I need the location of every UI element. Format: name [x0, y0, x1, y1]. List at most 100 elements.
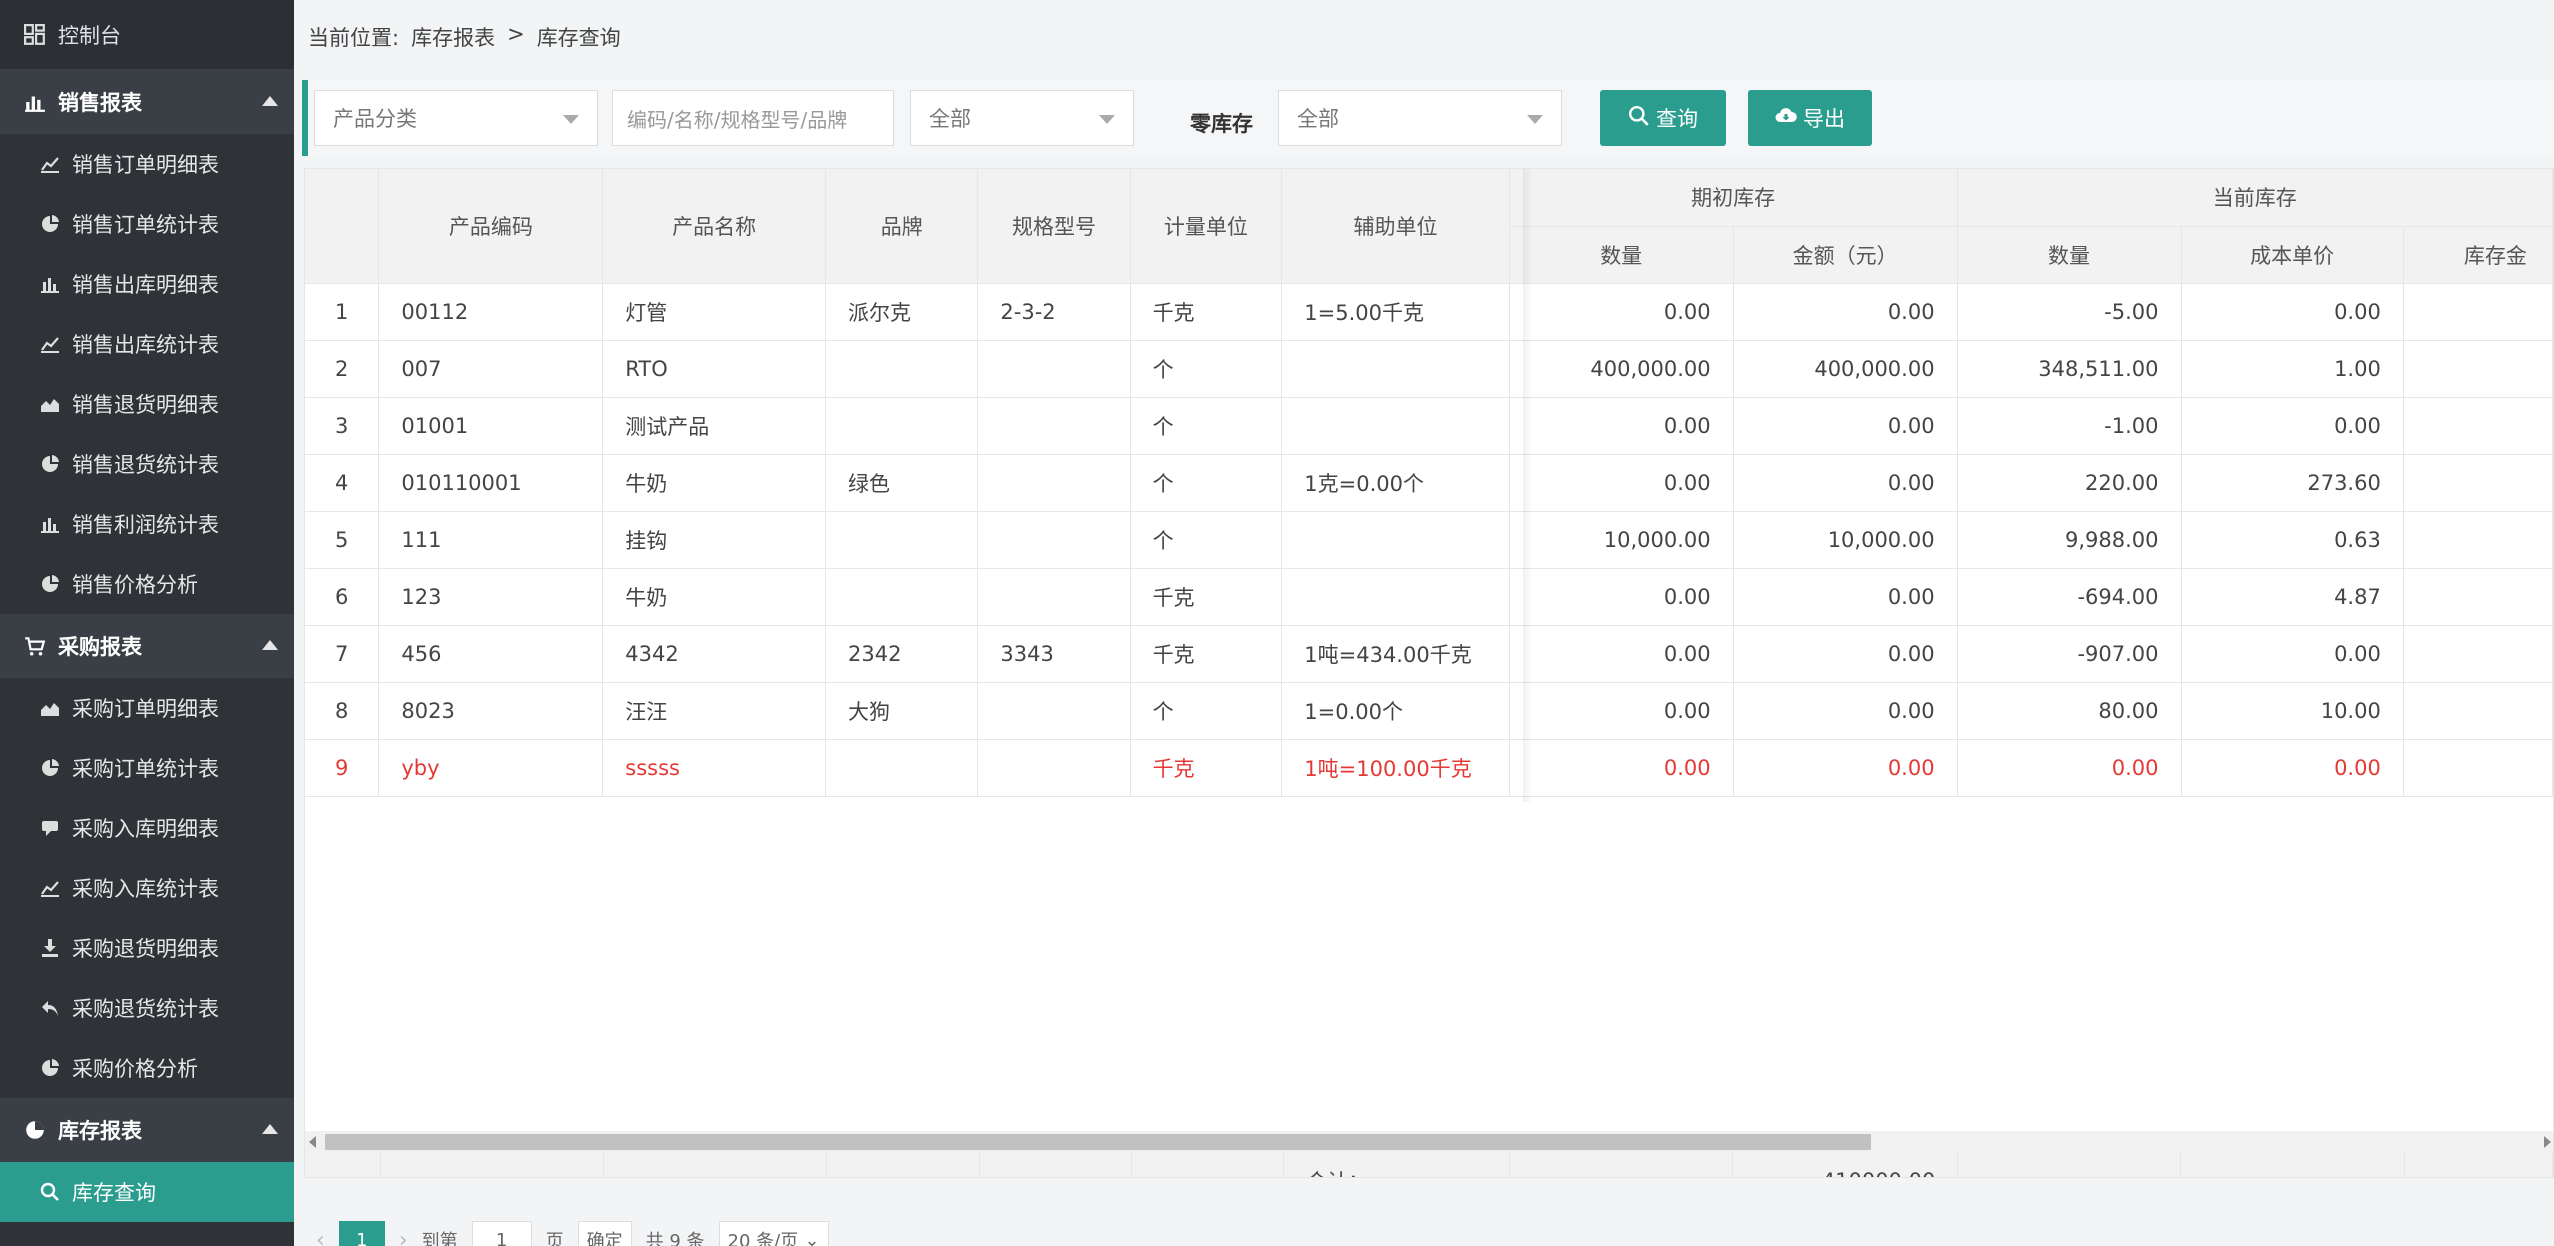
sidebar-item-purchase-order-stats[interactable]: 采购订单统计表: [0, 738, 294, 798]
prev-page-icon[interactable]: ‹: [316, 1228, 325, 1246]
header-cost-price[interactable]: 成本单价: [2181, 226, 2404, 284]
next-page-icon[interactable]: ›: [399, 1228, 408, 1246]
scroll-left-icon[interactable]: [309, 1136, 316, 1148]
breadcrumb-separator: >: [507, 22, 525, 46]
cell-product-name: 4342: [602, 625, 826, 683]
total-cell: [603, 1153, 828, 1177]
export-button-label: 导出: [1803, 107, 1845, 131]
cell-product-name: 测试产品: [602, 397, 826, 455]
collapse-icon[interactable]: [262, 96, 278, 106]
sidebar: 控制台 销售报表 销售订单明细表 销售订单统计表 销售出库明细表 销售出库统计表…: [0, 0, 294, 1246]
cell-unit: 个: [1130, 682, 1283, 740]
cell-product-code: 00112: [378, 283, 604, 341]
sidebar-item-purchase-return-stats[interactable]: 采购退货统计表: [0, 978, 294, 1038]
sidebar-item-sales-profit-stats[interactable]: 销售利润统计表: [0, 494, 294, 554]
total-cell: [2180, 1153, 2405, 1177]
cell-product-code: 007: [378, 340, 604, 398]
breadcrumb: 当前位置: 库存报表 > 库存查询: [308, 22, 621, 52]
header-code[interactable]: 产品编码: [378, 169, 604, 284]
area-chart-icon: [40, 394, 60, 414]
cell-current-qty: 80.00: [1957, 682, 2182, 740]
search-input[interactable]: 编码/名称/规格型号/品牌: [612, 90, 894, 146]
table-row[interactable]: 3 01001 测试产品个 0.00 0.00 -1.00 0.00: [305, 397, 2553, 455]
sidebar-item-inventory-query[interactable]: 库存查询: [0, 1162, 294, 1222]
sidebar-item-purchase-price-analysis[interactable]: 采购价格分析: [0, 1038, 294, 1098]
sidebar-dashboard[interactable]: 控制台: [0, 0, 294, 70]
header-opening-qty[interactable]: 数量: [1509, 226, 1734, 284]
cell-product-name: RTO: [602, 340, 826, 398]
sidebar-item-sales-return-detail[interactable]: 销售退货明细表: [0, 374, 294, 434]
sidebar-group-sales[interactable]: 销售报表: [0, 70, 294, 134]
scrollbar-thumb[interactable]: [325, 1134, 1871, 1150]
sidebar-item-sales-outbound-detail[interactable]: 销售出库明细表: [0, 254, 294, 314]
cell-unit: 千克: [1130, 739, 1283, 797]
table-row[interactable]: 5 111 挂钩个 10,000.00 10,000.00 9,988.00 0.63: [305, 511, 2553, 569]
goto-page-input[interactable]: 1: [471, 1221, 532, 1246]
table-row[interactable]: 1 00112 灯管 派尔克 2-3-2 千克 1=5.00千克 0.00 0.00 -5.00 0…: [305, 283, 2553, 341]
collapse-icon[interactable]: [262, 1124, 278, 1134]
page-number[interactable]: 1: [338, 1221, 385, 1246]
sidebar-group-inventory[interactable]: 库存报表: [0, 1098, 294, 1162]
collapse-icon[interactable]: [262, 640, 278, 650]
cell-brand: [825, 739, 979, 797]
cell-opening-amount: 10,000.00: [1733, 511, 1958, 569]
sidebar-item-purchase-inbound-detail[interactable]: 采购入库明细表: [0, 798, 294, 858]
category-select[interactable]: 产品分类: [314, 90, 598, 146]
breadcrumb-level1[interactable]: 库存报表: [411, 22, 495, 52]
status-select[interactable]: 全部: [910, 90, 1134, 146]
sidebar-group-purchase[interactable]: 采购报表: [0, 614, 294, 678]
bar-chart-icon: [24, 91, 46, 113]
cell-opening-amount: 0.00: [1733, 682, 1958, 740]
table-row[interactable]: 2 007 RTO 个 400,000.00 400,000.00 348,511.00 1.…: [305, 340, 2553, 398]
horizontal-scrollbar[interactable]: [305, 1131, 2553, 1153]
goto-label: 到第: [421, 1231, 458, 1246]
sidebar-group-label: 采购报表: [58, 635, 142, 659]
cell-unit: 千克: [1130, 568, 1283, 626]
header-unit[interactable]: 计量单位: [1130, 169, 1283, 284]
chevron-down-icon: [1099, 115, 1115, 124]
sidebar-item-label: 库存查询: [72, 1181, 156, 1205]
cell-opening-amount: 0.00: [1733, 454, 1958, 512]
sidebar-item-sales-price-analysis[interactable]: 销售价格分析: [0, 554, 294, 614]
total-cell: [1131, 1153, 1285, 1177]
main-content: 当前位置: 库存报表 > 库存查询 产品分类 编码/名称/规格型号/品牌 全部 …: [294, 0, 2554, 1246]
header-name[interactable]: 产品名称: [602, 169, 826, 284]
table-row[interactable]: 4 010110001 牛奶 绿色个 1克=0.00个 0.00 0.00 220.00 273…: [305, 454, 2553, 512]
cell-current-qty: -5.00: [1957, 283, 2182, 341]
table-row[interactable]: 6 123 牛奶 千克 0.00 0.00 -694.00 4.87: [305, 568, 2553, 626]
cell-opening-amount: 0.00: [1733, 625, 1958, 683]
cell-cost-price: 4.87: [2181, 568, 2404, 626]
cell-cost-price: 0.00: [2181, 397, 2404, 455]
sidebar-item-sales-order-stats[interactable]: 销售订单统计表: [0, 194, 294, 254]
header-spec[interactable]: 规格型号: [977, 169, 1131, 284]
sidebar-item-sales-outbound-stats[interactable]: 销售出库统计表: [0, 314, 294, 374]
header-opening-amount[interactable]: 金额（元）: [1733, 226, 1958, 284]
sidebar-item-label: 销售利润统计表: [72, 513, 219, 537]
export-button[interactable]: 导出: [1748, 90, 1872, 146]
sidebar-item-purchase-order-detail[interactable]: 采购订单明细表: [0, 678, 294, 738]
page-size-select[interactable]: 20 条/页 ⌄: [718, 1221, 829, 1246]
scroll-right-icon[interactable]: [2544, 1136, 2551, 1148]
sidebar-item-sales-return-stats[interactable]: 销售退货统计表: [0, 434, 294, 494]
header-stock-amount[interactable]: 库存金: [2403, 226, 2553, 284]
zero-stock-select[interactable]: 全部: [1278, 90, 1562, 146]
cell-cost-price: 10.00: [2181, 682, 2404, 740]
chevron-down-icon: ⌄: [804, 1229, 820, 1246]
table-row[interactable]: 9 yby sssss 千克 1吨=100.00千克 0.00 0.00 0.00 0.00: [305, 739, 2553, 797]
goto-confirm-button[interactable]: 确定: [577, 1221, 632, 1246]
total-amount: 410000.00: [1732, 1153, 1959, 1177]
query-button[interactable]: 查询: [1600, 90, 1726, 146]
table-row[interactable]: 8 8023 汪汪 大狗个 1=0.00个 0.00 0.00 80.00 10.00: [305, 682, 2553, 740]
cell-current-qty: 0.00: [1957, 739, 2182, 797]
cell-product-name: sssss: [602, 739, 826, 797]
header-aux-unit[interactable]: 辅助单位: [1281, 169, 1510, 284]
cell-row-index: 3: [305, 397, 380, 455]
line-chart-icon: [40, 334, 60, 354]
total-label: 合计：: [1283, 1153, 1511, 1177]
sidebar-item-purchase-return-detail[interactable]: 采购退货明细表: [0, 918, 294, 978]
header-brand[interactable]: 品牌: [825, 169, 979, 284]
sidebar-item-purchase-inbound-stats[interactable]: 采购入库统计表: [0, 858, 294, 918]
table-row[interactable]: 7 456 4342 2342 3343 千克 1吨=434.00千克 0.00 0.00 -90…: [305, 625, 2553, 683]
header-current-qty[interactable]: 数量: [1957, 226, 2182, 284]
sidebar-item-sales-order-detail[interactable]: 销售订单明细表: [0, 134, 294, 194]
